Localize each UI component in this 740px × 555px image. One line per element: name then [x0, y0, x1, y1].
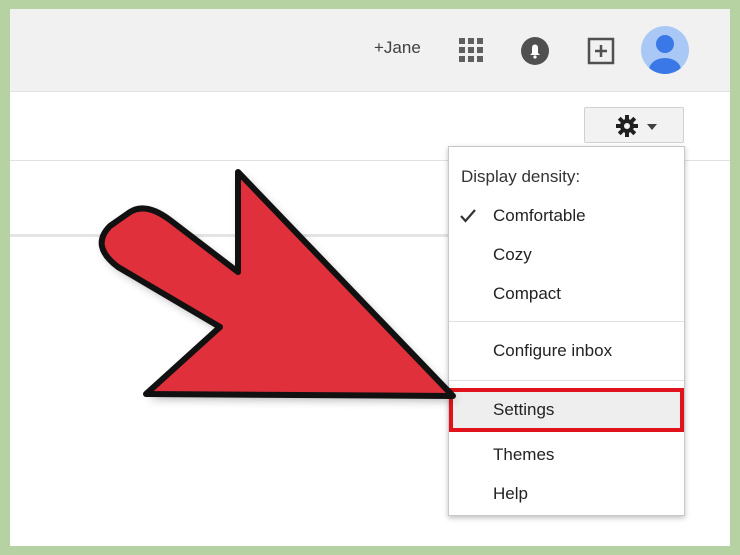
menu-item-help[interactable]: Help — [449, 476, 684, 512]
user-avatar-icon[interactable] — [641, 26, 689, 74]
menu-item-comfortable[interactable]: Comfortable — [449, 198, 684, 234]
menu-item-label: Configure inbox — [493, 341, 613, 360]
settings-gear-button[interactable] — [584, 107, 684, 143]
share-plus-icon[interactable] — [586, 36, 616, 66]
menu-item-label: Help — [493, 484, 528, 503]
user-profile-link[interactable]: +Jane — [374, 38, 421, 58]
apps-grid-icon[interactable] — [459, 38, 483, 62]
menu-item-cozy[interactable]: Cozy — [449, 237, 684, 273]
menu-divider — [449, 380, 684, 381]
menu-item-compact[interactable]: Compact — [449, 276, 684, 312]
menu-divider — [449, 321, 684, 322]
menu-item-configure-inbox[interactable]: Configure inbox — [449, 333, 684, 369]
gear-icon — [616, 115, 638, 137]
notifications-bell-icon[interactable] — [520, 36, 550, 66]
menu-item-label: Comfortable — [493, 206, 586, 225]
menu-item-label: Compact — [493, 284, 562, 303]
pointer-arrow-icon — [98, 169, 456, 400]
menu-item-label: Themes — [493, 445, 555, 464]
menu-item-label: Cozy — [493, 245, 532, 264]
menu-item-label: Settings — [493, 400, 555, 419]
top-bar: +Jane — [10, 9, 730, 92]
menu-item-themes[interactable]: Themes — [449, 437, 684, 473]
settings-dropdown-menu: Display density: Comfortable Cozy Compac… — [448, 146, 685, 516]
screenshot-frame: +Jane Display density: Comfortable Cozy … — [10, 9, 730, 546]
menu-item-settings[interactable]: Settings — [449, 388, 684, 432]
display-density-heading: Display density: — [461, 167, 581, 186]
chevron-down-icon — [647, 124, 657, 130]
